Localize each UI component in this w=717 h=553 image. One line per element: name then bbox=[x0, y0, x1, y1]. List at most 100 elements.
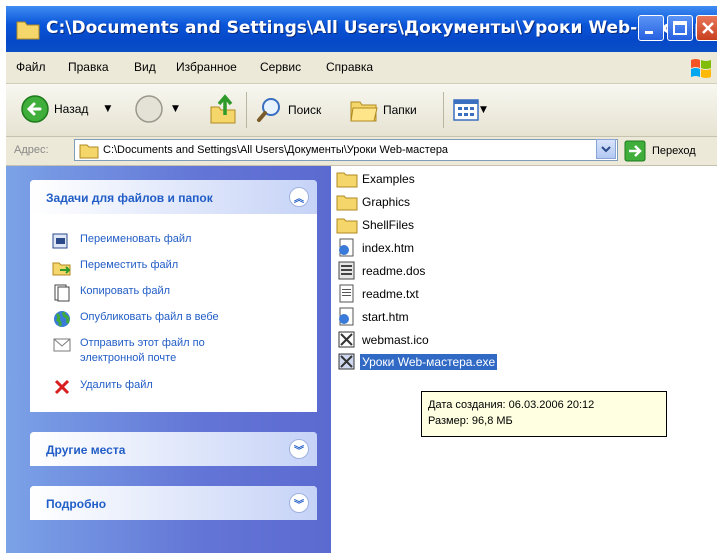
task-delete[interactable]: Удалить файл bbox=[52, 378, 153, 396]
search-button[interactable]: Поиск bbox=[256, 96, 321, 124]
expand-icon[interactable]: ︾ bbox=[289, 493, 309, 513]
menu-tools[interactable]: Сервис bbox=[260, 60, 301, 74]
back-dropdown-icon[interactable]: ▼ bbox=[104, 104, 111, 114]
details-panel: Подробно ︾ bbox=[30, 486, 317, 520]
folder-icon bbox=[79, 144, 99, 159]
folder-icon bbox=[336, 218, 358, 234]
file-item[interactable]: Examples bbox=[336, 169, 417, 189]
task-label: Переместить файл bbox=[80, 259, 179, 271]
file-tasks-header[interactable]: Задачи для файлов и папок ︽ bbox=[30, 180, 317, 214]
folder-icon bbox=[336, 195, 358, 211]
folders-label: Папки bbox=[383, 103, 417, 117]
collapse-icon[interactable]: ︽ bbox=[289, 187, 309, 207]
menu-help[interactable]: Справка bbox=[326, 60, 373, 74]
window-title: C:\Documents and Settings\All Users\Доку… bbox=[46, 18, 717, 38]
go-button[interactable]: Переход bbox=[624, 140, 696, 162]
explorer-window: C:\Documents and Settings\All Users\Доку… bbox=[6, 6, 717, 553]
task-move[interactable]: Переместить файл bbox=[52, 258, 178, 276]
task-label: Переименовать файл bbox=[80, 233, 192, 245]
close-button[interactable] bbox=[696, 15, 717, 41]
title-bar[interactable]: C:\Documents and Settings\All Users\Доку… bbox=[6, 6, 717, 52]
task-email[interactable]: Отправить этот файл по электронной почте bbox=[52, 336, 292, 366]
file-tasks-panel: Задачи для файлов и папок ︽ Переименоват… bbox=[30, 180, 317, 412]
other-places-panel: Другие места ︾ bbox=[30, 432, 317, 466]
back-button[interactable]: Назад ▼ bbox=[20, 94, 111, 124]
executable-file-icon bbox=[338, 353, 355, 370]
expand-icon[interactable]: ︾ bbox=[289, 439, 309, 459]
task-label: Отправить этот файл по электронной почте bbox=[80, 337, 205, 364]
menu-bar: Файл Правка Вид Избранное Сервис Справка bbox=[6, 52, 717, 84]
file-item[interactable]: Graphics bbox=[336, 192, 412, 212]
file-item[interactable]: readme.dos bbox=[336, 261, 427, 281]
document-file-icon bbox=[338, 261, 355, 280]
address-value: C:\Documents and Settings\All Users\Доку… bbox=[103, 144, 449, 156]
folders-button[interactable]: Папки bbox=[349, 96, 417, 124]
file-item[interactable]: index.htm bbox=[336, 238, 416, 258]
file-item[interactable]: readme.txt bbox=[336, 284, 421, 304]
file-name: ShellFiles bbox=[362, 218, 415, 232]
menu-file[interactable]: Файл bbox=[16, 60, 46, 74]
address-dropdown-button[interactable] bbox=[596, 139, 616, 159]
up-folder-icon bbox=[210, 94, 236, 124]
rename-icon bbox=[52, 233, 68, 249]
details-title: Подробно bbox=[46, 497, 107, 511]
copy-icon bbox=[54, 284, 70, 302]
maximize-icon bbox=[673, 21, 687, 35]
close-icon bbox=[702, 22, 714, 34]
views-button[interactable]: ▼ bbox=[452, 98, 487, 122]
delete-icon bbox=[54, 379, 70, 395]
folder-icon bbox=[16, 21, 40, 40]
search-icon bbox=[257, 98, 280, 122]
file-name: Examples bbox=[362, 172, 415, 186]
task-rename[interactable]: Переименовать файл bbox=[52, 232, 191, 250]
toolbar-separator bbox=[246, 92, 247, 128]
file-item[interactable]: webmast.ico bbox=[336, 330, 431, 350]
up-folder-button[interactable] bbox=[208, 93, 238, 125]
file-item[interactable]: ShellFiles bbox=[336, 215, 416, 235]
file-name: webmast.ico bbox=[362, 333, 429, 347]
windows-logo-icon bbox=[691, 59, 711, 78]
other-places-title: Другие места bbox=[46, 443, 126, 457]
text-file-icon bbox=[339, 284, 354, 303]
chevron-down-icon bbox=[601, 146, 611, 153]
views-icon bbox=[453, 99, 479, 121]
menu-favorites[interactable]: Избранное bbox=[176, 60, 237, 74]
html-file-icon bbox=[339, 238, 354, 257]
file-name: readme.txt bbox=[362, 287, 419, 301]
go-label: Переход bbox=[652, 145, 696, 157]
task-copy[interactable]: Копировать файл bbox=[52, 284, 170, 302]
forward-button[interactable]: ▼ bbox=[134, 94, 179, 124]
move-icon bbox=[52, 262, 71, 276]
task-label: Удалить файл bbox=[80, 379, 153, 391]
folder-icon bbox=[336, 172, 358, 188]
file-item-selected[interactable]: Уроки Web-мастера.exe bbox=[336, 352, 498, 372]
address-input[interactable]: C:\Documents and Settings\All Users\Доку… bbox=[74, 139, 618, 161]
maximize-button[interactable] bbox=[667, 15, 693, 41]
forward-dropdown-icon[interactable]: ▼ bbox=[172, 104, 179, 114]
standard-toolbar: Назад ▼ ▼ Поиск Папки ▼ bbox=[6, 84, 717, 137]
globe-icon bbox=[54, 311, 70, 327]
minimize-button[interactable] bbox=[638, 15, 664, 41]
menu-edit[interactable]: Правка bbox=[68, 60, 109, 74]
search-label: Поиск bbox=[288, 103, 322, 117]
task-publish[interactable]: Опубликовать файл в вебе bbox=[52, 310, 219, 328]
tooltip-created: Дата создания: 06.03.2006 20:12 bbox=[428, 399, 595, 411]
file-name: Уроки Web-мастера.exe bbox=[360, 354, 498, 370]
menu-view[interactable]: Вид bbox=[134, 60, 156, 74]
back-label: Назад bbox=[54, 102, 89, 116]
html-file-icon bbox=[339, 307, 354, 326]
task-label: Опубликовать файл в вебе bbox=[80, 311, 219, 323]
other-places-header[interactable]: Другие места ︾ bbox=[30, 432, 317, 466]
address-bar: Адрес: C:\Documents and Settings\All Use… bbox=[6, 137, 717, 166]
details-header[interactable]: Подробно ︾ bbox=[30, 486, 317, 520]
file-item[interactable]: start.htm bbox=[336, 307, 411, 327]
file-list: Examples Graphics ShellFiles index.htm r… bbox=[336, 166, 717, 553]
icon-file-icon bbox=[338, 331, 355, 348]
task-pane: Задачи для файлов и папок ︽ Переименоват… bbox=[6, 166, 331, 553]
minimize-icon bbox=[645, 31, 653, 34]
file-tasks-title: Задачи для файлов и папок bbox=[46, 191, 213, 205]
forward-arrow-icon bbox=[135, 95, 163, 123]
go-arrow-icon bbox=[624, 140, 646, 162]
address-label: Адрес: bbox=[14, 144, 49, 156]
views-dropdown-icon[interactable]: ▼ bbox=[480, 105, 487, 115]
